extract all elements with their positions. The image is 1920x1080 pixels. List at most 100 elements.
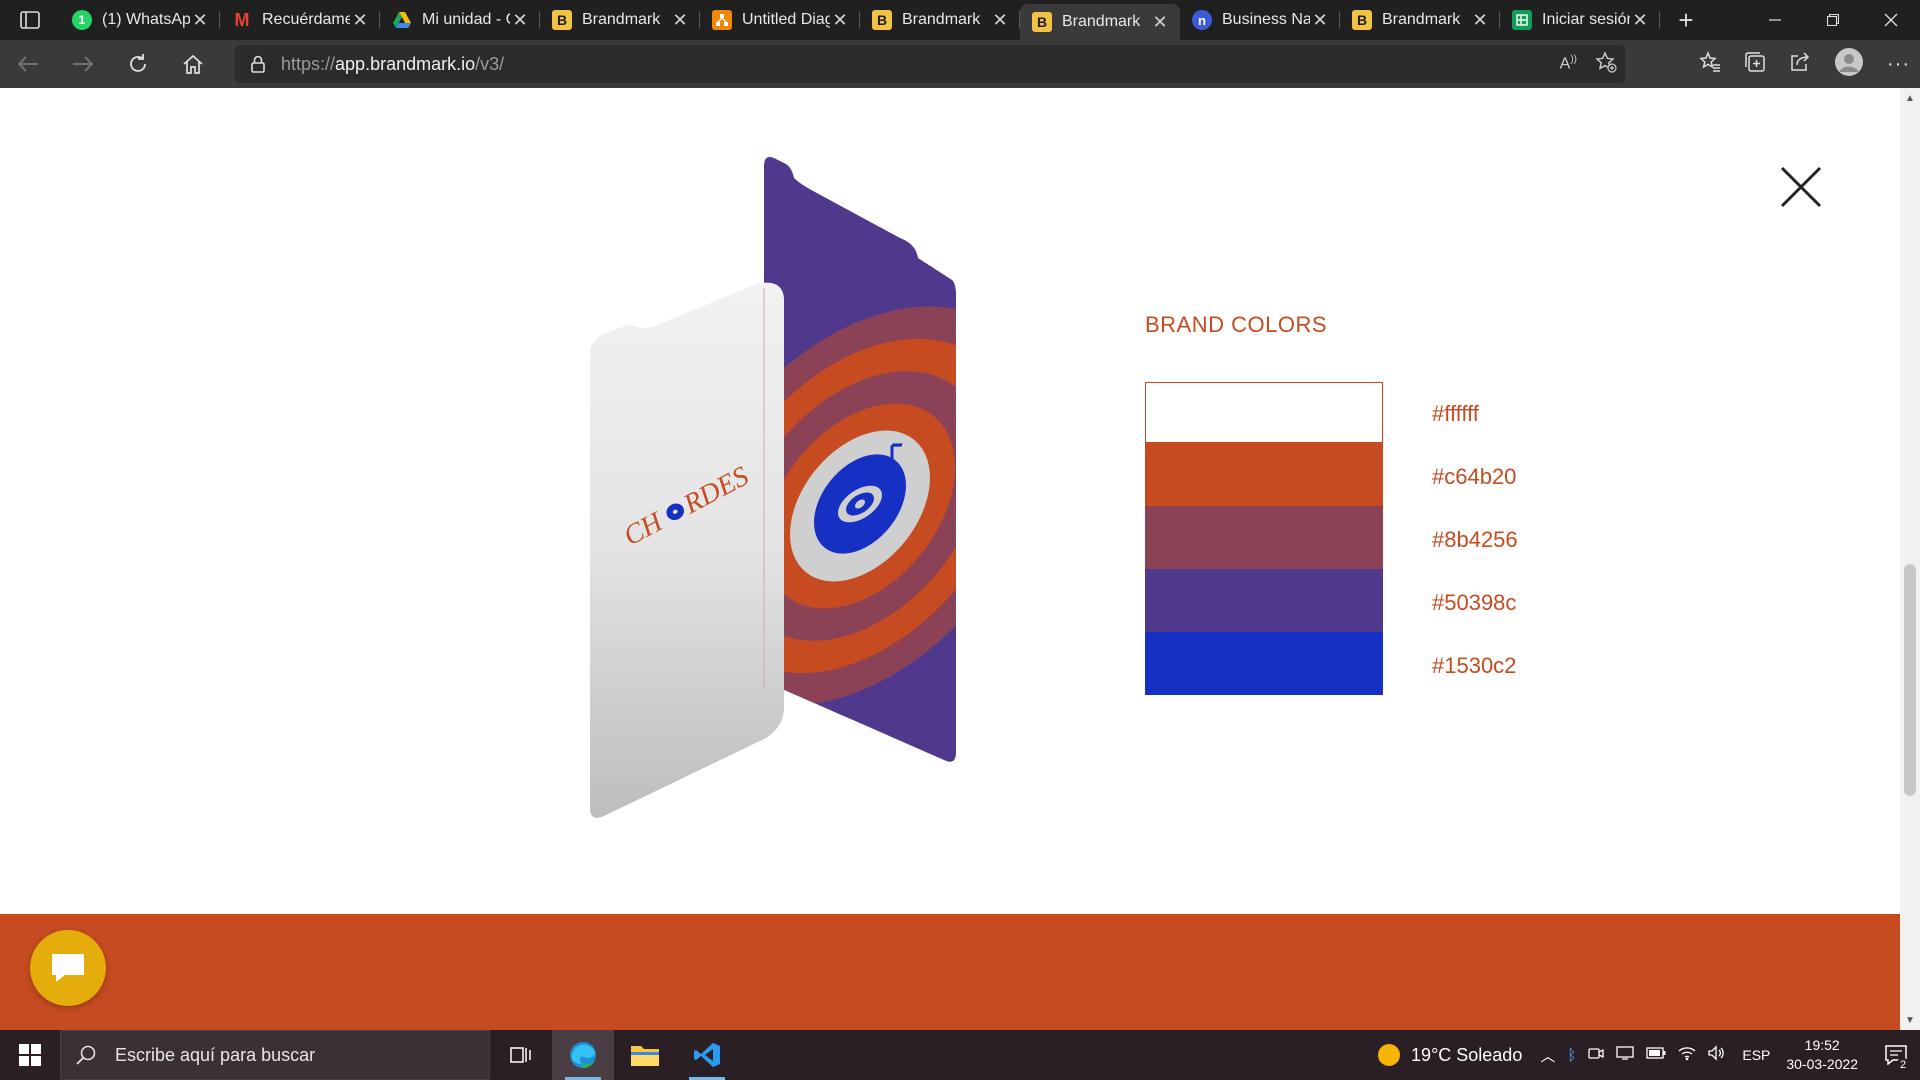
color-swatches bbox=[1145, 382, 1383, 695]
close-modal-button[interactable] bbox=[1776, 162, 1826, 212]
url-scheme: https:// bbox=[281, 53, 336, 74]
navigation-bar: https://app.brandmark.io/v3/ A)) ··· bbox=[0, 40, 1920, 88]
tab-whatsapp[interactable]: 1 (1) WhatsApp ✕ bbox=[60, 0, 220, 40]
color-swatch[interactable] bbox=[1145, 443, 1383, 506]
lock-icon[interactable] bbox=[235, 55, 281, 73]
forward-button[interactable] bbox=[55, 40, 110, 88]
color-hex-label[interactable]: #50398c bbox=[1432, 571, 1518, 634]
notification-center-button[interactable]: 2 bbox=[1872, 1030, 1920, 1080]
color-hex-label[interactable]: #8b4256 bbox=[1432, 508, 1518, 571]
tab-bar: 1 (1) WhatsApp ✕ M Recuérdame ✕ Mi unida… bbox=[0, 0, 1920, 40]
tab-close-icon[interactable]: ✕ bbox=[1310, 10, 1330, 30]
close-icon bbox=[1780, 166, 1822, 208]
arrow-left-icon bbox=[17, 56, 38, 72]
tab-brandmark-2[interactable]: B Brandmark ✕ bbox=[860, 0, 1020, 40]
tab-close-icon[interactable]: ✕ bbox=[1150, 12, 1170, 32]
bluetooth-icon[interactable]: ᛒ bbox=[1567, 1047, 1576, 1064]
tab-title: Business Name Generator bbox=[1222, 11, 1310, 28]
tab-title: Iniciar sesión bbox=[1542, 11, 1630, 28]
tab-actions-button[interactable] bbox=[0, 0, 60, 40]
refresh-icon bbox=[129, 54, 146, 72]
volume-icon[interactable] bbox=[1708, 1044, 1726, 1066]
taskbar-file-explorer[interactable] bbox=[614, 1030, 676, 1080]
clock[interactable]: 19:52 30-03-2022 bbox=[1786, 1036, 1858, 1074]
chat-button[interactable] bbox=[30, 930, 106, 1006]
tray-icons: ︿ ᛒ bbox=[1540, 1044, 1726, 1066]
color-hex-label[interactable]: #ffffff bbox=[1432, 382, 1518, 445]
tab-untitled-diagram[interactable]: Untitled Diagram ✕ bbox=[700, 0, 860, 40]
tab-title: Untitled Diagram bbox=[742, 11, 830, 28]
tab-close-icon[interactable]: ✕ bbox=[510, 10, 530, 30]
tab-title: Recuérdame bbox=[262, 11, 350, 28]
display-icon[interactable] bbox=[1616, 1045, 1635, 1066]
address-bar[interactable]: https://app.brandmark.io/v3/ A)) bbox=[235, 45, 1625, 83]
settings-more-icon[interactable]: ··· bbox=[1887, 53, 1910, 76]
color-swatch[interactable] bbox=[1145, 569, 1383, 632]
chevron-up-icon[interactable]: ︿ bbox=[1540, 1045, 1555, 1066]
battery-icon[interactable] bbox=[1646, 1046, 1666, 1064]
tab-iniciar-sesion[interactable]: Iniciar sesión ✕ bbox=[1500, 0, 1660, 40]
url-text[interactable]: https://app.brandmark.io/v3/ bbox=[281, 54, 504, 75]
tab-close-icon[interactable]: ✕ bbox=[1630, 10, 1650, 30]
tab-close-icon[interactable]: ✕ bbox=[830, 10, 850, 30]
new-tab-button[interactable]: + bbox=[1666, 0, 1706, 40]
tab-brandmark-1[interactable]: B Brandmark ✕ bbox=[540, 0, 700, 40]
language-indicator[interactable]: ESP bbox=[1742, 1047, 1770, 1063]
weather-text: 19°C Soleado bbox=[1411, 1044, 1523, 1065]
search-placeholder: Escribe aquí para buscar bbox=[115, 1044, 316, 1065]
minimize-button[interactable] bbox=[1746, 0, 1804, 40]
scroll-thumb[interactable] bbox=[1904, 564, 1916, 796]
favorites-icon[interactable] bbox=[1699, 50, 1721, 78]
refresh-button[interactable] bbox=[110, 40, 165, 88]
restore-button[interactable] bbox=[1804, 0, 1862, 40]
add-favorite-icon[interactable] bbox=[1595, 50, 1617, 78]
tab-close-icon[interactable]: ✕ bbox=[190, 10, 210, 30]
tab-title: Mi unidad - Google Drive bbox=[422, 11, 510, 28]
share-icon[interactable] bbox=[1789, 51, 1811, 78]
sun-icon bbox=[1378, 1044, 1401, 1066]
home-button[interactable] bbox=[165, 40, 220, 88]
sheets-icon bbox=[1512, 10, 1532, 30]
brand-colors-title: BRAND COLORS bbox=[1145, 312, 1328, 337]
taskbar-edge[interactable] bbox=[552, 1030, 614, 1080]
color-swatch[interactable] bbox=[1145, 506, 1383, 569]
url-path: /v3/ bbox=[475, 53, 505, 74]
collections-icon[interactable] bbox=[1744, 51, 1766, 78]
home-icon bbox=[182, 54, 203, 74]
back-button[interactable] bbox=[0, 40, 55, 88]
close-window-button[interactable] bbox=[1862, 0, 1920, 40]
color-swatch[interactable] bbox=[1145, 632, 1383, 695]
tab-google-drive[interactable]: Mi unidad - Google Drive ✕ bbox=[380, 0, 540, 40]
color-hex-label[interactable]: #c64b20 bbox=[1432, 445, 1518, 508]
page-scrollbar[interactable]: ▲ ▼ bbox=[1900, 88, 1920, 1030]
close-icon bbox=[1884, 13, 1898, 27]
notification-count: 2 bbox=[1896, 1058, 1910, 1072]
url-host: app.brandmark.io bbox=[335, 53, 476, 74]
brandmark-icon: B bbox=[872, 10, 892, 30]
scroll-down-icon[interactable]: ▼ bbox=[1900, 1012, 1920, 1028]
tab-brandmark-active[interactable]: B Brandmark ✕ bbox=[1020, 4, 1180, 40]
tab-close-icon[interactable]: ✕ bbox=[1470, 10, 1490, 30]
tab-close-icon[interactable]: ✕ bbox=[350, 10, 370, 30]
scroll-up-icon[interactable]: ▲ bbox=[1900, 90, 1920, 106]
tab-strip: 1 (1) WhatsApp ✕ M Recuérdame ✕ Mi unida… bbox=[60, 0, 1706, 40]
color-swatch[interactable] bbox=[1145, 382, 1383, 443]
meet-now-icon[interactable] bbox=[1588, 1045, 1605, 1066]
taskbar-search[interactable]: Escribe aquí para buscar bbox=[60, 1030, 490, 1080]
start-button[interactable] bbox=[0, 1030, 60, 1080]
wifi-icon[interactable] bbox=[1678, 1045, 1696, 1066]
folder-icon bbox=[631, 1046, 659, 1066]
read-aloud-icon[interactable]: A)) bbox=[1560, 54, 1577, 73]
task-view-button[interactable] bbox=[490, 1030, 552, 1080]
tab-gmail[interactable]: M Recuérdame ✕ bbox=[220, 0, 380, 40]
tab-close-icon[interactable]: ✕ bbox=[990, 10, 1010, 30]
weather-widget[interactable]: 19°C Soleado bbox=[1377, 1043, 1522, 1067]
taskbar-vscode[interactable] bbox=[676, 1030, 738, 1080]
tab-business-name-generator[interactable]: n Business Name Generator ✕ bbox=[1180, 0, 1340, 40]
profile-avatar[interactable] bbox=[1834, 47, 1864, 82]
footer-band bbox=[0, 914, 1900, 1030]
tab-brandmark-3[interactable]: B Brandmark ✕ bbox=[1340, 0, 1500, 40]
tab-close-icon[interactable]: ✕ bbox=[670, 10, 690, 30]
color-hex-label[interactable]: #1530c2 bbox=[1432, 634, 1518, 697]
brandmark-icon: B bbox=[1032, 12, 1052, 32]
